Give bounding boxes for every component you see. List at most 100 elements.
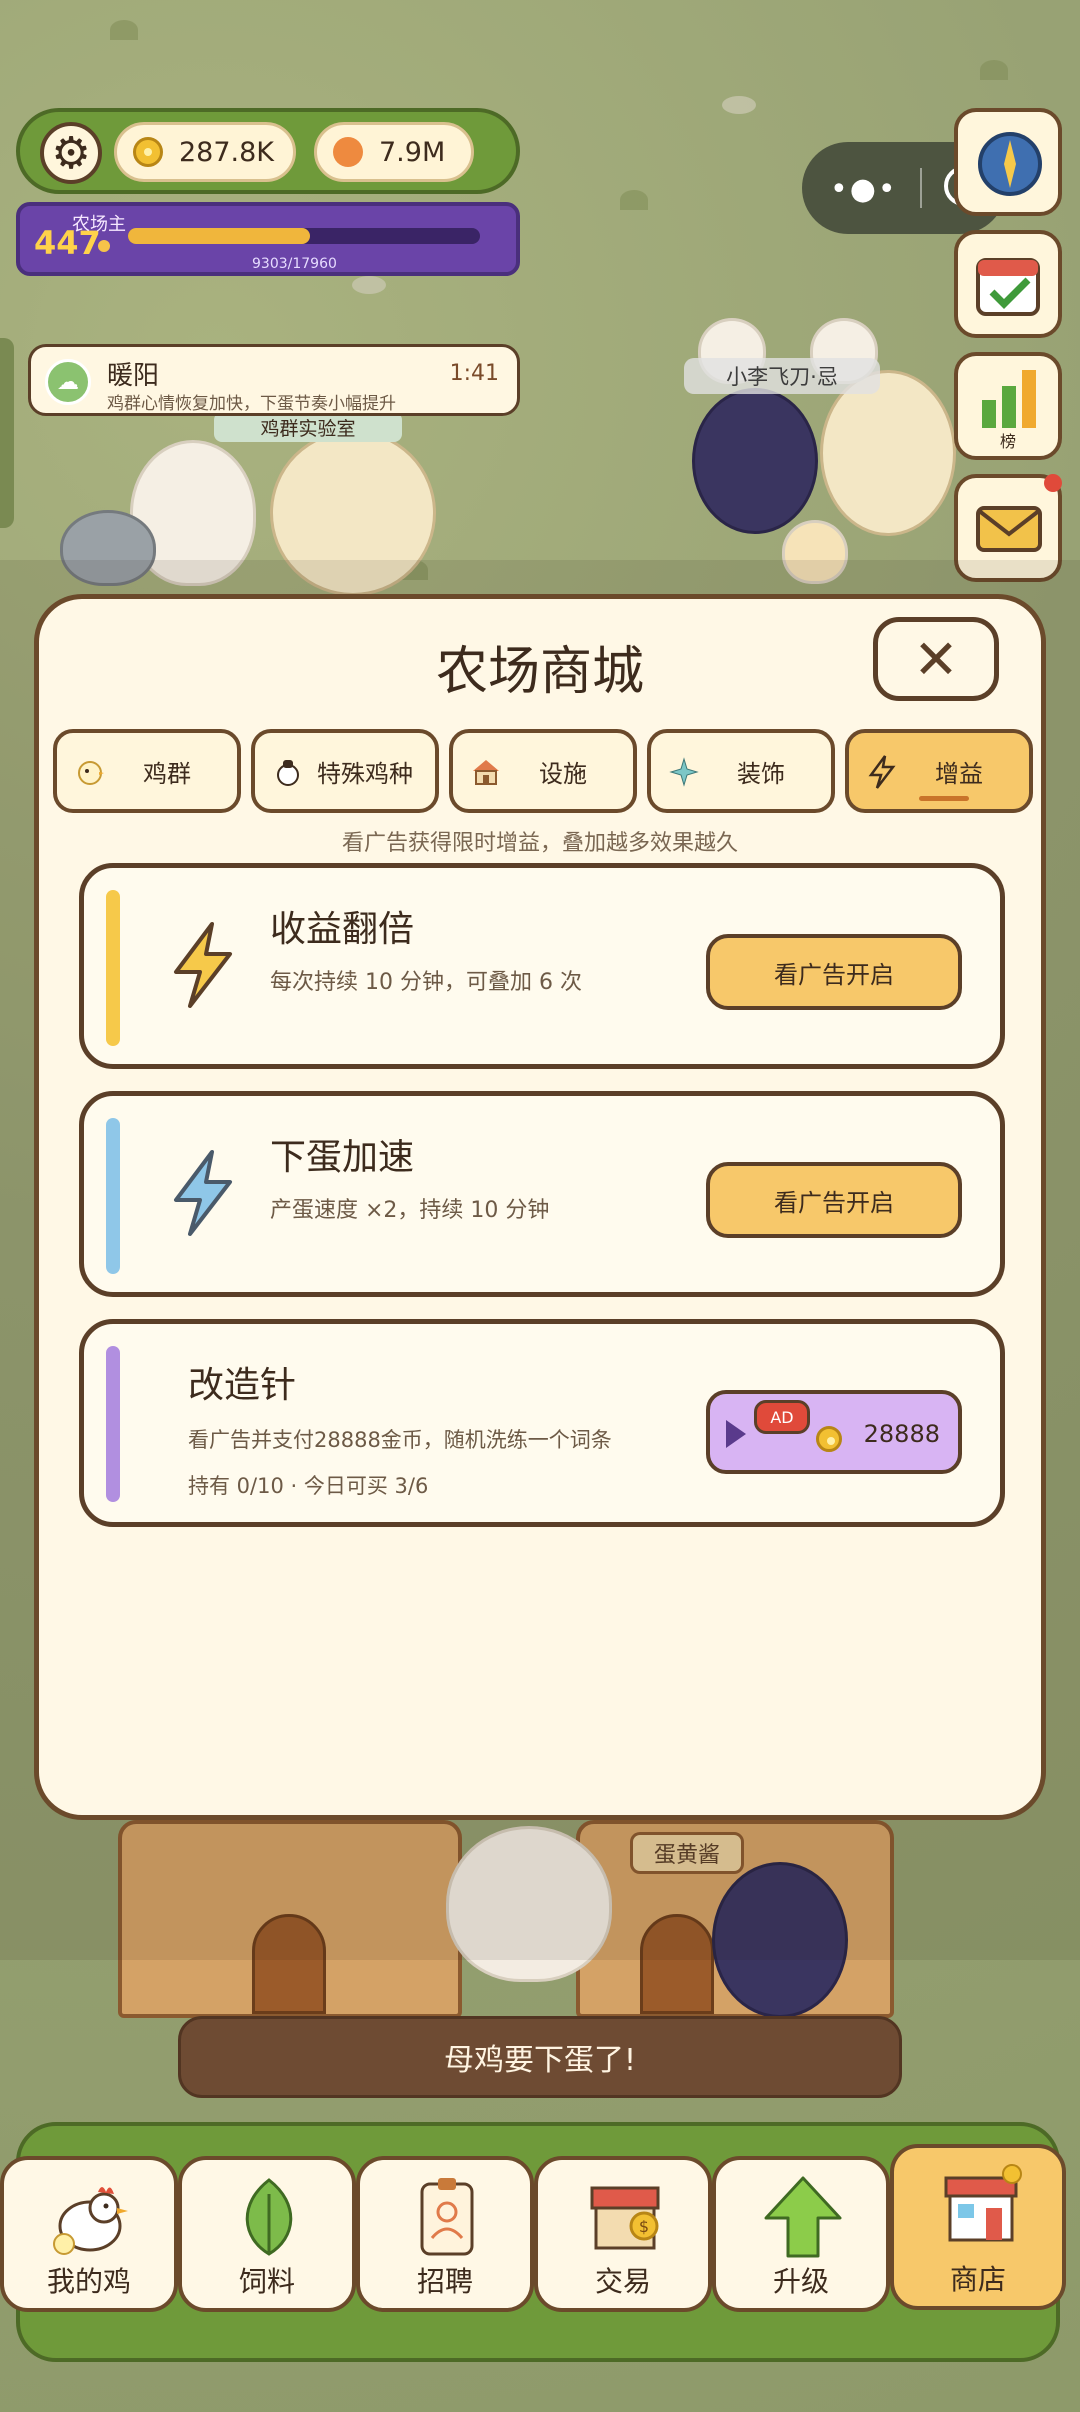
weather-icon: ☁ <box>45 359 91 405</box>
card-description: 产蛋速度 ×2，持续 10 分钟 <box>270 1198 550 1223</box>
orb-icon <box>333 137 363 167</box>
settings-button[interactable]: ⚙ <box>40 122 102 184</box>
toast-message: 母鸡要下蛋了! <box>178 2016 902 2098</box>
coin-icon <box>133 137 163 167</box>
xp-fill <box>128 228 311 244</box>
tab-flock[interactable]: 鸡群 <box>53 729 241 813</box>
notice-subtitle: 鸡群心情恢复加快，下蛋节奏小幅提升 <box>107 394 396 414</box>
more-menu-button[interactable]: •●• <box>830 172 898 207</box>
tab-label: 增益 <box>935 759 983 788</box>
shop-hint: 看广告获得限时增益，叠加越多效果越久 <box>341 831 738 856</box>
close-button[interactable]: ✕ <box>873 617 999 701</box>
tab-special-breeds[interactable]: 特殊鸡种 <box>251 729 439 813</box>
tab-label: 设施 <box>539 759 587 788</box>
nav-label: 我的鸡 <box>46 2265 131 2298</box>
compass-button[interactable] <box>954 108 1062 216</box>
calendar-check-icon <box>976 258 1040 316</box>
ad-badge: AD <box>754 1400 810 1434</box>
nav-feed[interactable]: 饲料 <box>178 2156 356 2312</box>
card-title: 下蛋加速 <box>270 1137 415 1178</box>
watch-ad-button[interactable]: 看广告开启 <box>706 934 962 1010</box>
level-title: 农场主 <box>72 214 126 235</box>
house-icon <box>469 755 503 789</box>
close-icon: ✕ <box>913 627 959 691</box>
left-side-tab[interactable] <box>0 338 14 528</box>
svg-text:$: $ <box>639 2217 649 2236</box>
tab-boost[interactable]: 增益 <box>845 729 1033 813</box>
leaf-icon <box>226 2174 312 2260</box>
boost-card-egg-speed: 下蛋加速 产蛋速度 ×2，持续 10 分钟 看广告开启 <box>79 1091 1005 1297</box>
boost-card-double-income: 收益翻倍 每次持续 10 分钟，可叠加 6 次 看广告开启 <box>79 863 1005 1069</box>
bar-chart-icon <box>982 370 1036 428</box>
badge-icon <box>404 2174 490 2260</box>
nav-label: 商店 <box>949 2263 1006 2296</box>
card-description: 每次持续 10 分钟，可叠加 6 次 <box>270 970 582 995</box>
nav-recruit[interactable]: 招聘 <box>356 2156 534 2312</box>
active-tab-indicator <box>919 796 969 801</box>
lightning-icon <box>174 922 232 1008</box>
card-title: 收益翻倍 <box>270 909 415 950</box>
play-icon <box>726 1420 746 1448</box>
nav-label: 交易 <box>594 2265 651 2298</box>
nav-trade[interactable]: $ 交易 <box>534 2156 712 2312</box>
card-meta: 持有 0/10 · 今日可买 3/6 <box>188 1474 429 1498</box>
card-title: 改造针 <box>188 1365 297 1406</box>
resource-bar: ⚙ 287.8K 7.9M <box>16 108 520 194</box>
stone <box>722 96 756 114</box>
nav-my-chickens[interactable]: 我的鸡 <box>0 2156 178 2312</box>
gem-amount: 7.9M <box>379 136 446 168</box>
chicken-sprite[interactable] <box>820 370 956 536</box>
tab-facilities[interactable]: 设施 <box>449 729 637 813</box>
checkin-button[interactable] <box>954 230 1062 338</box>
ninja-chicken-sprite[interactable] <box>692 388 818 534</box>
level-progress[interactable]: 447 农场主 9303/17960 <box>16 202 520 276</box>
nav-label: 饲料 <box>238 2265 295 2298</box>
tab-label: 鸡群 <box>143 759 191 788</box>
notification-dot <box>1044 474 1062 492</box>
card-accent <box>106 1346 120 1502</box>
tab-decor[interactable]: 装饰 <box>647 729 835 813</box>
stone <box>352 276 386 294</box>
shop-modal: 农场商城 ✕ 鸡群 特殊鸡种 设施 装饰 增益 看广告获得限时增益，叠加越多效果… <box>34 594 1046 1820</box>
notice-title: 暖阳 <box>107 361 160 391</box>
ad-purchase-button[interactable]: AD 28888 <box>706 1390 962 1474</box>
price: 28888 <box>863 1420 940 1448</box>
card-description: 看广告并支付28888金币，随机洗练一个词条 <box>188 1428 612 1452</box>
nav-label: 升级 <box>772 2265 829 2298</box>
player-name-label: 小李飞刀·忌 <box>684 358 880 394</box>
nav-upgrade[interactable]: 升级 <box>712 2156 890 2312</box>
gold-amount: 287.8K <box>179 136 275 168</box>
chick-icon <box>73 755 107 789</box>
special-chicken-icon <box>271 755 305 789</box>
xp-track <box>128 228 480 244</box>
card-accent <box>106 890 120 1046</box>
tab-label: 装饰 <box>737 759 785 788</box>
xp-text: 9303/17960 <box>252 256 337 272</box>
capsule-divider <box>920 168 922 208</box>
gold-counter[interactable]: 287.8K <box>114 122 296 182</box>
market-stall-icon: $ <box>582 2174 668 2260</box>
sparkle-icon <box>667 755 701 789</box>
grass-tuft <box>980 60 1008 80</box>
notice-timer: 1:41 <box>449 361 499 386</box>
coin-icon <box>816 1426 842 1452</box>
boost-card-reforge-needle: 改造针 看广告并支付28888金币，随机洗练一个词条 持有 0/10 · 今日可… <box>79 1319 1005 1527</box>
grass-tuft <box>110 20 138 40</box>
nav-shop[interactable]: 商店 <box>890 2144 1066 2310</box>
watch-ad-button[interactable]: 看广告开启 <box>706 1162 962 1238</box>
gem-counter[interactable]: 7.9M <box>314 122 474 182</box>
leaderboard-button[interactable]: 榜 <box>954 352 1062 460</box>
shop-tabs: 鸡群 特殊鸡种 设施 装饰 增益 <box>53 729 1033 815</box>
leaderboard-label: 榜 <box>999 432 1016 451</box>
lightning-icon <box>174 1150 232 1236</box>
up-arrow-icon <box>760 2174 846 2260</box>
chicken-icon <box>48 2174 134 2260</box>
shop-icon <box>938 2162 1024 2248</box>
card-accent <box>106 1118 120 1274</box>
weather-notice[interactable]: ☁ 暖阳 鸡群心情恢复加快，下蛋节奏小幅提升 1:41 <box>28 344 520 416</box>
xp-marker <box>98 240 110 252</box>
lightning-icon <box>865 755 899 789</box>
nav-label: 招聘 <box>416 2265 473 2298</box>
gear-icon: ⚙ <box>51 127 91 179</box>
compass-icon <box>978 132 1042 196</box>
